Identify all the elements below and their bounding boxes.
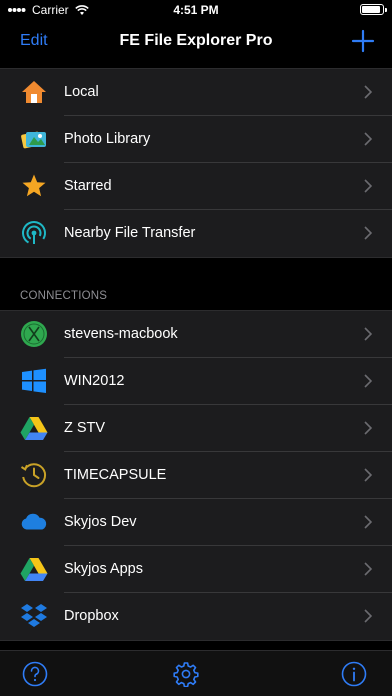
row-label: Dropbox (64, 608, 119, 624)
row-label: Photo Library (64, 131, 151, 147)
chevron-right-icon (364, 327, 372, 341)
onedrive-icon (20, 508, 48, 536)
row-win2012[interactable]: WIN2012 (0, 358, 392, 405)
row-label: TIMECAPSULE (64, 467, 167, 483)
row-label: WIN2012 (64, 373, 125, 389)
row-label: Starred (64, 178, 112, 194)
connections-header: CONNECTIONS (20, 290, 108, 302)
dropbox-icon (20, 602, 48, 630)
battery-icon (360, 4, 387, 15)
row-label: Skyjos Apps (64, 561, 143, 577)
home-icon (20, 78, 48, 106)
row-skyjos-apps[interactable]: Skyjos Apps (0, 546, 392, 593)
row-label: Nearby File Transfer (64, 225, 196, 241)
page-title: FE File Explorer Pro (119, 32, 273, 49)
plus-icon[interactable] (348, 26, 378, 56)
chevron-right-icon (364, 468, 372, 482)
status-bar: Carrier 4:51 PM (0, 0, 392, 20)
tab-bar (0, 650, 392, 696)
chevron-right-icon (364, 132, 372, 146)
chevron-right-icon (364, 562, 372, 576)
nearby-transfer-icon (20, 219, 48, 247)
status-time: 4:51 PM (173, 3, 219, 17)
windows-icon (20, 367, 48, 395)
photo-library-icon (20, 125, 48, 153)
places-section: Local Photo Library Starred Nearby File … (0, 68, 392, 258)
row-label: Skyjos Dev (64, 514, 137, 530)
row-skyjos-dev[interactable]: Skyjos Dev (0, 499, 392, 546)
row-label: Z STV (64, 420, 106, 436)
row-z-stv[interactable]: Z STV (0, 405, 392, 452)
chevron-right-icon (364, 179, 372, 193)
row-label: stevens-macbook (64, 326, 178, 342)
macbook-icon (20, 320, 48, 348)
chevron-right-icon (364, 515, 372, 529)
google-drive-icon (20, 555, 48, 583)
row-nearby-file-transfer[interactable]: Nearby File Transfer (0, 210, 392, 257)
navigation-bar: Edit FE File Explorer Pro (0, 20, 392, 68)
settings-icon[interactable] (173, 661, 199, 687)
time-capsule-icon (20, 461, 48, 489)
chevron-right-icon (364, 421, 372, 435)
google-drive-icon (20, 414, 48, 442)
chevron-right-icon (364, 226, 372, 240)
row-label: Local (64, 84, 99, 100)
info-icon[interactable] (341, 661, 367, 687)
row-stevens-macbook[interactable]: stevens-macbook (0, 311, 392, 358)
row-photo-library[interactable]: Photo Library (0, 116, 392, 163)
help-icon[interactable] (22, 661, 48, 687)
row-local[interactable]: Local (0, 69, 392, 116)
row-dropbox[interactable]: Dropbox (0, 593, 392, 640)
chevron-right-icon (364, 374, 372, 388)
row-starred[interactable]: Starred (0, 163, 392, 210)
connections-section: stevens-macbook WIN2012 Z STV TIMECAPSUL… (0, 310, 392, 641)
star-icon (20, 172, 48, 200)
chevron-right-icon (364, 609, 372, 623)
chevron-right-icon (364, 85, 372, 99)
row-timecapsule[interactable]: TIMECAPSULE (0, 452, 392, 499)
